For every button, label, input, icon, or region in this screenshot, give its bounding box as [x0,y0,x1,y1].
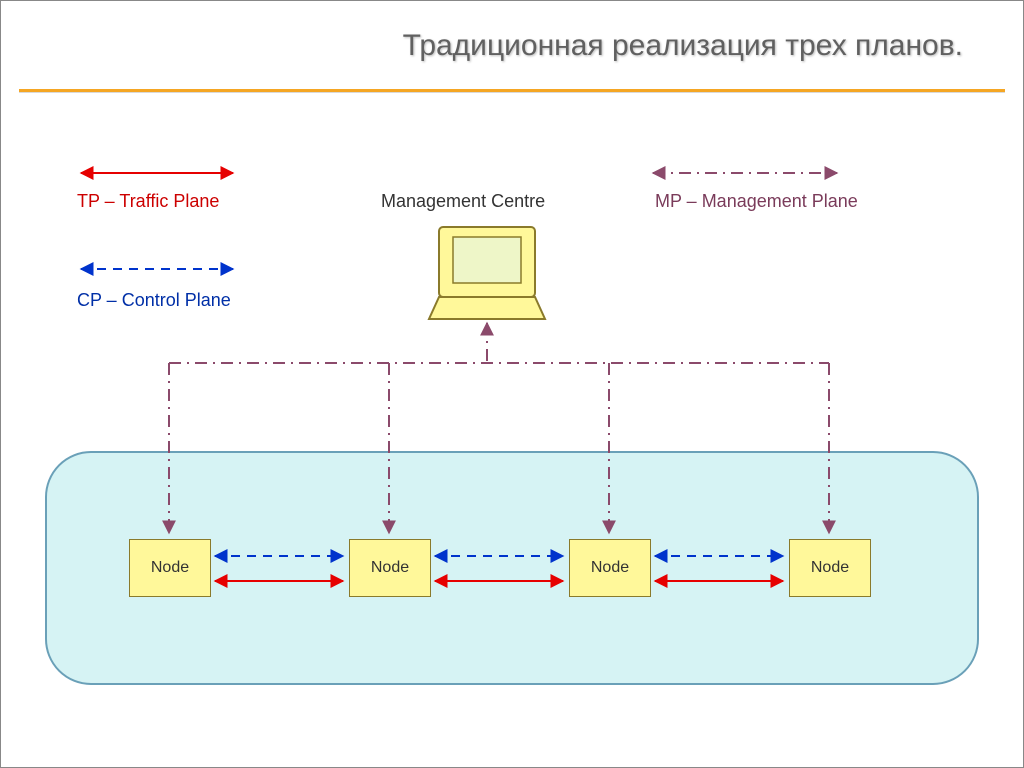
legend-mp-label: MP – Management Plane [655,191,858,212]
sub-rule [19,92,1005,93]
management-centre-label: Management Centre [381,191,545,212]
node-label: Node [591,559,629,577]
node-box-3: Node [569,539,651,597]
page-title: Традиционная реализация трех планов. [1,29,1003,63]
legend-cp-label: CP – Control Plane [77,290,231,311]
slide: { "title": "Традиционная реализация трех… [0,0,1024,768]
node-label: Node [811,559,849,577]
node-box-4: Node [789,539,871,597]
node-box-2: Node [349,539,431,597]
computer-icon [429,227,545,319]
node-label: Node [151,559,189,577]
legend-tp-label: TP – Traffic Plane [77,191,219,212]
node-label: Node [371,559,409,577]
node-box-1: Node [129,539,211,597]
